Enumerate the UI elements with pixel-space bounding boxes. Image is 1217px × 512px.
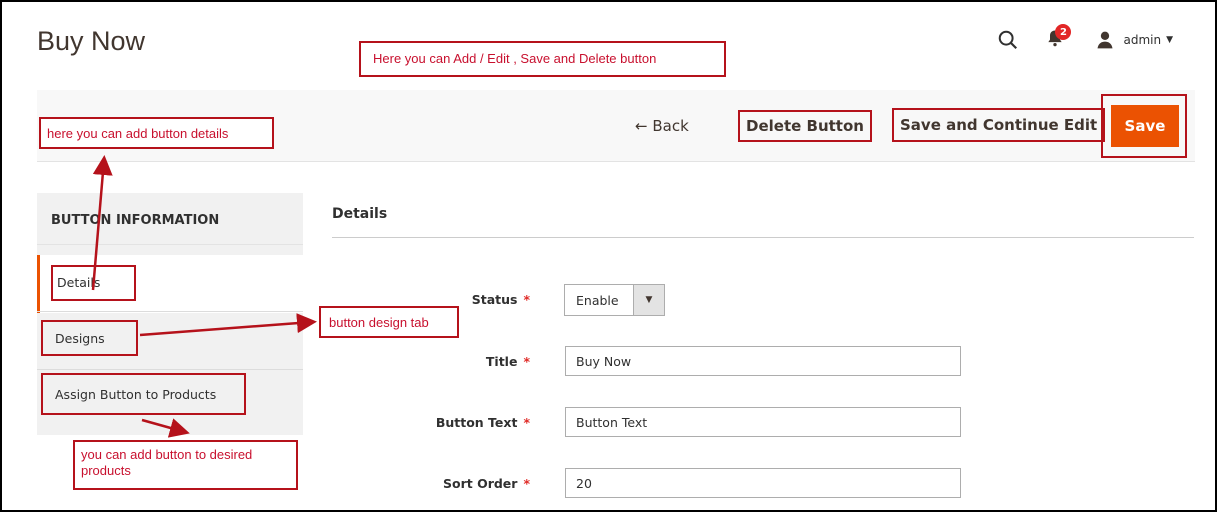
arrow-to-design-tab [139,313,317,337]
arrow-to-details-annotation [91,155,113,291]
arrow-to-products-annotation [141,418,190,438]
annotation-arrows [91,155,317,438]
